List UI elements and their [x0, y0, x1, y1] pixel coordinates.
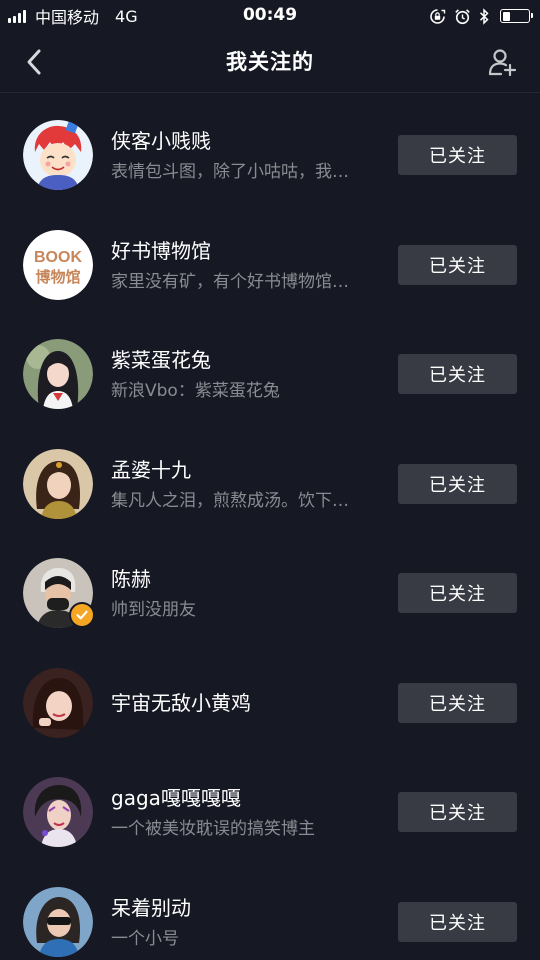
add-user-button[interactable]: [484, 44, 520, 80]
following-button[interactable]: 已关注: [398, 792, 517, 832]
battery-level: [502, 11, 510, 21]
page-title: 我关注的: [226, 50, 314, 74]
list-item[interactable]: 呆着别动 一个小号 已关注: [0, 860, 540, 960]
portrait-photo: [23, 777, 93, 847]
screen: 中国移动 4G 00:49 我关注的 侠客小贱贱 表情包斗图，除了小咕咕，我… …: [0, 0, 540, 960]
list-item[interactable]: 孟婆十九 集凡人之泪，煎熬成汤。饮下… 已关注: [0, 422, 540, 532]
following-button[interactable]: 已关注: [398, 682, 517, 723]
cartoon-avatar-image: [23, 120, 93, 190]
status-right: [421, 6, 533, 26]
list-item[interactable]: 陈赫 帅到没朋友 已关注: [0, 531, 540, 641]
following-list: 侠客小贱贱 表情包斗图，除了小咕咕，我… 已关注 BOOK 博物馆 好书博物馆 …: [0, 93, 540, 960]
user-description: 帅到没朋友: [111, 600, 196, 620]
list-item[interactable]: BOOK 博物馆 好书博物馆 家里没有矿，有个好书博物馆… 已关注: [0, 203, 540, 313]
battery-icon: [500, 9, 533, 23]
user-info: 呆着别动 一个小号: [111, 894, 381, 952]
user-info: 紫菜蛋花兔 新浪Vbo：紫菜蛋花兔: [111, 346, 381, 404]
user-description: 一个被美妆耽误的搞笑博主: [111, 819, 315, 839]
user-description: 表情包斗图，除了小咕咕，我…: [111, 162, 349, 182]
user-name: gaga嘎嘎嘎嘎: [111, 786, 241, 810]
user-description: 家里没有矿，有个好书博物馆…: [111, 271, 349, 292]
following-button[interactable]: 已关注: [398, 354, 517, 394]
user-info: 孟婆十九 集凡人之泪，煎熬成汤。饮下…: [111, 456, 381, 514]
list-item[interactable]: 紫菜蛋花兔 新浪Vbo：紫菜蛋花兔 已关注: [0, 312, 540, 422]
user-name: 侠客小贱贱: [111, 129, 211, 153]
user-name: 呆着别动: [111, 895, 191, 920]
bluetooth-icon: [479, 7, 490, 25]
add-user-icon: [488, 49, 517, 77]
portrait-photo: [23, 886, 93, 957]
following-button[interactable]: 已关注: [398, 244, 517, 285]
avatar[interactable]: [23, 120, 93, 190]
avatar[interactable]: [23, 339, 93, 409]
list-item[interactable]: 宇宙无敌小黄鸡 已关注: [0, 641, 540, 751]
portrait-photo: [23, 339, 93, 409]
user-name: 孟婆十九: [111, 457, 191, 482]
following-button[interactable]: 已关注: [398, 901, 517, 942]
svg-text:博物馆: 博物馆: [35, 268, 80, 286]
book-museum-logo: BOOK 博物馆: [23, 229, 93, 300]
user-info: gaga嘎嘎嘎嘎 一个被美妆耽误的搞笑博主: [111, 784, 381, 842]
user-info: 好书博物馆 家里没有矿，有个好书博物馆…: [111, 237, 381, 295]
user-info: 宇宙无敌小黄鸡: [111, 675, 381, 717]
avatar[interactable]: [23, 558, 95, 628]
status-bar: 中国移动 4G 00:49: [0, 0, 540, 32]
avatar[interactable]: [23, 886, 93, 957]
portrait-photo: [23, 667, 93, 738]
user-name: 好书博物馆: [111, 238, 211, 263]
avatar[interactable]: [23, 667, 93, 738]
following-button[interactable]: 已关注: [398, 573, 517, 613]
nav-bar: 我关注的: [0, 32, 540, 93]
svg-text:BOOK: BOOK: [34, 249, 82, 266]
user-description: 集凡人之泪，煎熬成汤。饮下…: [111, 490, 349, 511]
user-description: 一个小号: [111, 928, 179, 949]
avatar[interactable]: BOOK 博物馆: [23, 229, 93, 300]
alarm-icon: [454, 8, 471, 25]
user-description: 新浪Vbo：紫菜蛋花兔: [111, 381, 280, 401]
user-info: 陈赫 帅到没朋友: [111, 565, 381, 623]
avatar[interactable]: [23, 777, 93, 847]
user-info: 侠客小贱贱 表情包斗图，除了小咕咕，我…: [111, 127, 381, 185]
list-item[interactable]: gaga嘎嘎嘎嘎 一个被美妆耽误的搞笑博主 已关注: [0, 750, 540, 860]
portrait-photo: [23, 448, 93, 519]
following-button[interactable]: 已关注: [398, 135, 517, 175]
rotation-lock-icon: [429, 8, 446, 25]
user-name: 宇宙无敌小黄鸡: [111, 690, 251, 715]
list-item[interactable]: 侠客小贱贱 表情包斗图，除了小咕咕，我… 已关注: [0, 93, 540, 203]
verified-badge-icon: [69, 602, 95, 628]
user-name: 陈赫: [111, 567, 151, 591]
user-name: 紫菜蛋花兔: [111, 348, 211, 372]
avatar[interactable]: [23, 448, 93, 519]
following-button[interactable]: 已关注: [398, 463, 517, 504]
